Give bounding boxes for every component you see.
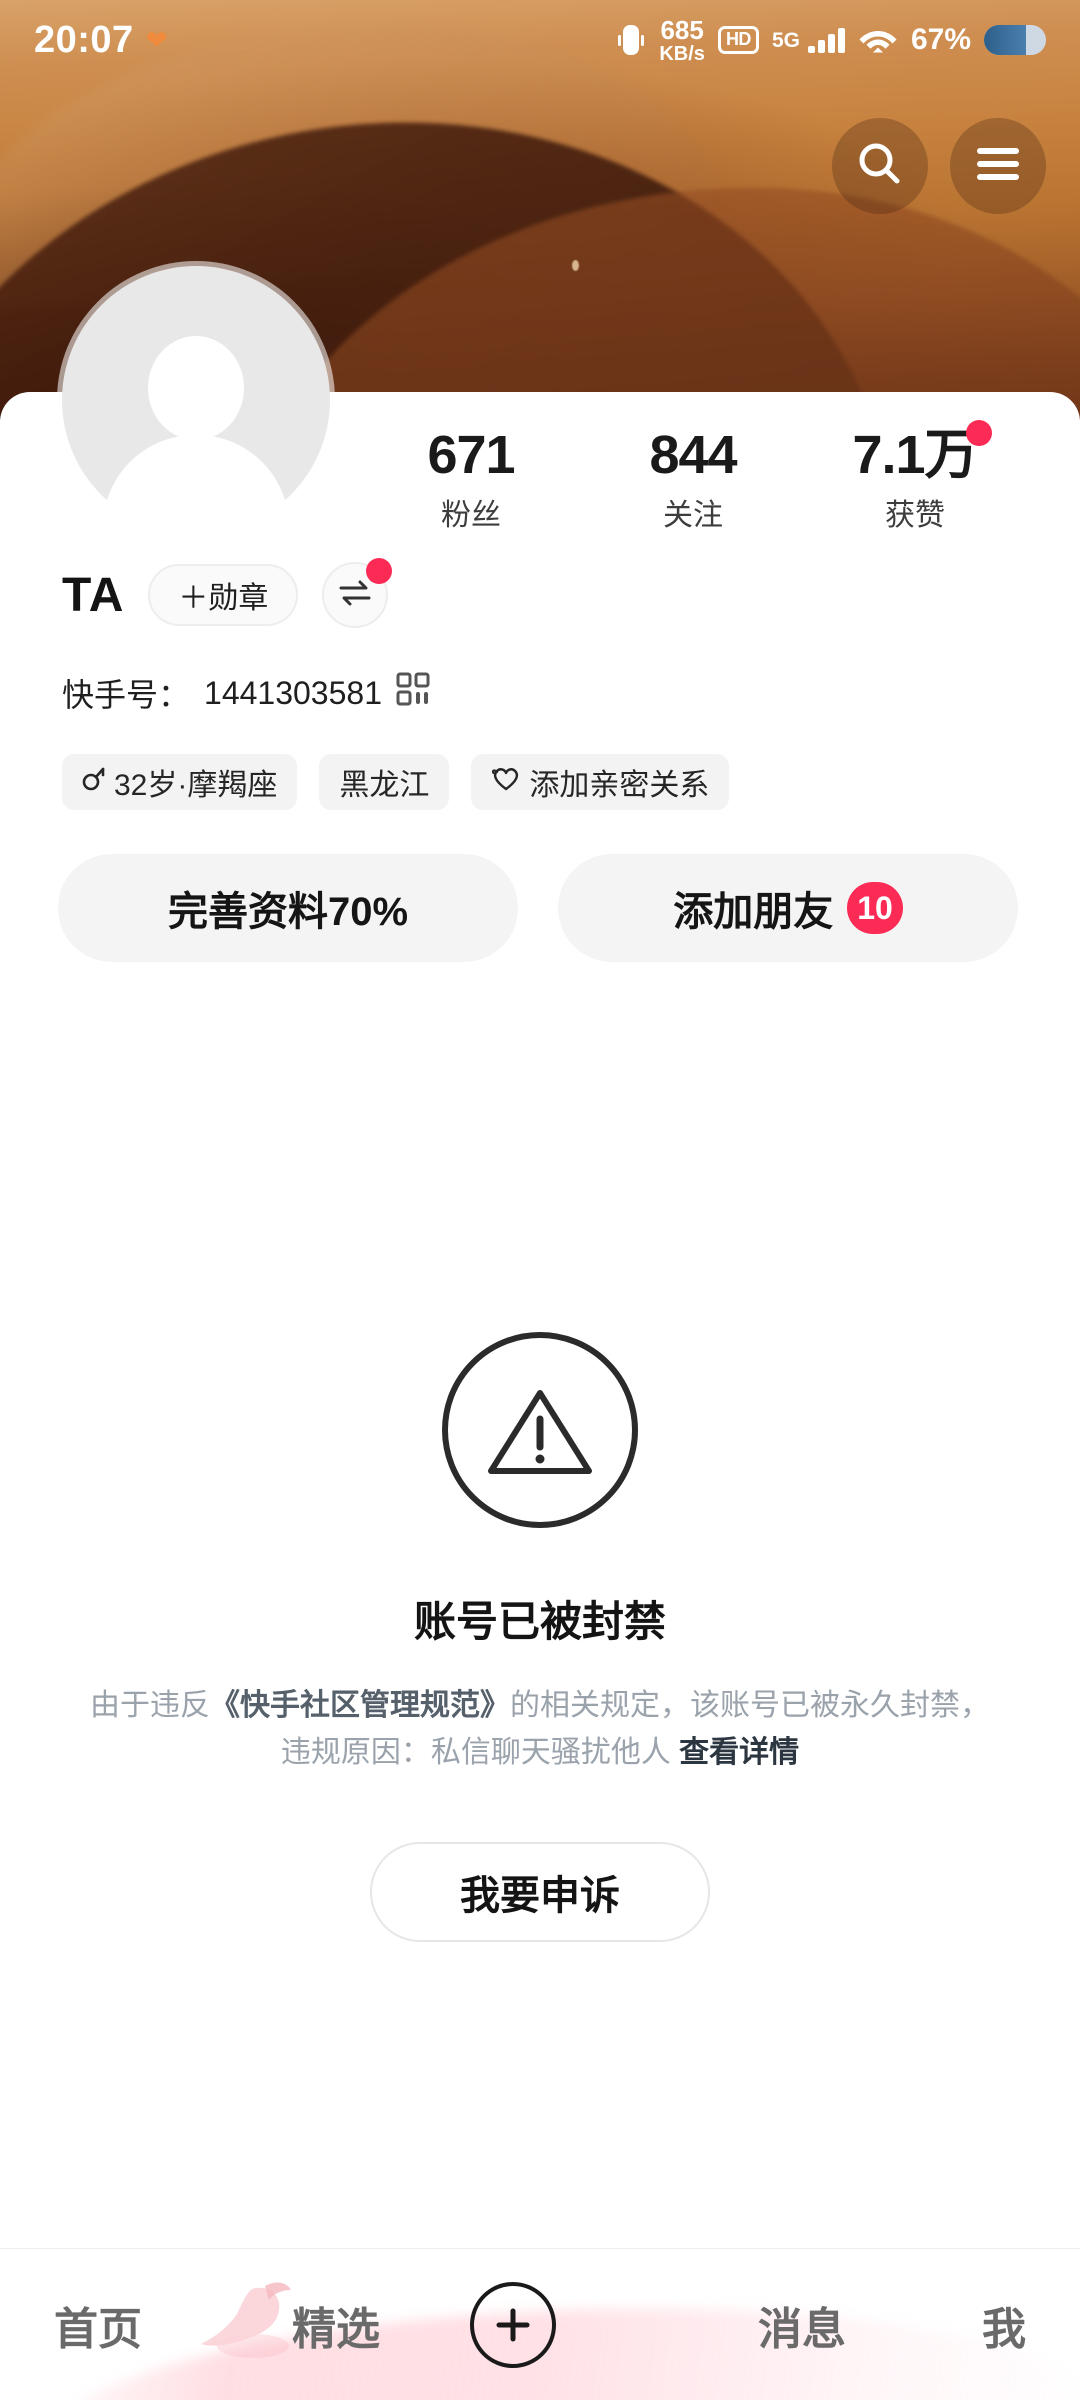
tag-location[interactable]: 黑龙江 [319,754,450,810]
stat-likes[interactable]: 7.1万 获赞 [804,420,1026,534]
stat-label: 关注 [663,499,723,533]
network-speed: 685 KB/s [659,17,705,64]
profile-screen: 20:07 ❤ 685 KB/s HD 5G 67% 671 粉丝 844 关注… [0,0,1080,2400]
banned-title: 账号已被封禁 [413,1598,666,1645]
tag-add-intimate-relation[interactable]: 添加亲密关系 [471,754,730,810]
heart-outline-icon [491,765,521,799]
kuaishou-id-row[interactable]: 快手号： 1441303581 [62,670,430,716]
status-bar-right: 685 KB/s HD 5G 67% [616,17,1046,64]
switch-account-icon [337,578,373,613]
bottom-navigation-bar: 首页 精选 消息 我 [0,2248,1080,2400]
signal-bars-icon: 5G [771,27,845,53]
kuaishou-id-value: 1441303581 [204,674,382,711]
kuaishou-id-label: 快手号： [62,677,191,713]
tag-label: 32岁·摩羯座 [114,769,278,802]
vibrate-icon [616,23,646,57]
banned-description: 由于违反《快手社区管理规范》的相关规定，该账号已被永久封禁，违规原因：私信聊天骚… [90,1683,990,1776]
battery-icon [984,25,1046,55]
name-row: TA ＋勋章 [62,558,393,628]
heart-icon: ❤ [145,25,168,55]
banned-policy-link[interactable]: 《快手社区管理规范》 [210,1689,510,1722]
menu-button[interactable] [950,118,1046,214]
avatar[interactable] [62,266,330,534]
add-post-button[interactable] [470,2282,556,2368]
network-speed-unit: KB/s [659,42,705,65]
tag-label: 添加亲密关系 [529,769,710,802]
add-friends-button[interactable]: 添加朋友 10 [558,854,1018,962]
switch-account-red-dot [366,558,393,584]
nav-tab-me[interactable]: 我 [982,2293,1026,2357]
stat-followers[interactable]: 671 粉丝 [360,426,582,534]
profile-stats: 671 粉丝 844 关注 7.1万 获赞 [360,420,1060,534]
header-buttons [832,118,1046,214]
search-icon [855,139,905,194]
banned-notice: 账号已被封禁 由于违反《快手社区管理规范》的相关规定，该账号已被永久封禁，违规原… [0,1332,1080,1942]
status-bar: 20:07 ❤ 685 KB/s HD 5G 67% [0,0,1080,80]
add-post-icon [496,2308,530,2342]
tag-label: 黑龙江 [339,769,430,802]
nav-tab-messages[interactable]: 消息 [758,2293,846,2357]
warning-triangle-icon [442,1332,638,1528]
switch-account-wrap [322,558,393,628]
status-bar-left: 20:07 ❤ [34,19,168,62]
banned-detail-link[interactable]: 查看详情 [679,1736,799,1769]
stat-label: 粉丝 [441,499,501,533]
hamburger-menu-icon [975,146,1021,187]
action-label: 添加朋友 [673,890,834,934]
status-time: 20:07 [34,18,134,61]
stat-label: 获赞 [885,499,945,533]
stat-number: 7.1万 [852,425,978,485]
default-avatar-icon [148,335,244,440]
stat-red-dot-badge [966,420,992,446]
male-gender-icon [82,765,106,799]
profile-tags: 32岁·摩羯座 黑龙江 添加亲密关系 [62,754,730,810]
appeal-button[interactable]: 我要申诉 [370,1842,710,1942]
nav-tab-home[interactable]: 首页 [54,2293,142,2357]
nav-tab-featured[interactable]: 精选 [292,2293,380,2357]
network-speed-value: 685 [660,14,704,45]
network-generation-label: 5G [771,28,800,52]
wifi-icon [858,22,898,59]
bottom-nav-right: 消息 我 [758,2293,1026,2357]
profile-actions: 完善资料70% 添加朋友 10 [58,854,1018,962]
battery-percent: 67% [910,23,971,56]
action-label: 完善资料70% [167,890,409,934]
stat-following[interactable]: 844 关注 [582,426,804,534]
qr-code-icon[interactable] [396,672,430,714]
page-title: TA [62,568,125,622]
banned-desc-prefix: 由于违反 [90,1689,210,1722]
search-button[interactable] [832,118,928,214]
stat-number: 671 [427,425,515,485]
profile-card: 671 粉丝 844 关注 7.1万 获赞 TA ＋勋章 快手号： 144130… [0,392,1080,2400]
bottom-nav-items: 首页 精选 消息 我 [0,2249,1080,2400]
add-friends-badge: 10 [847,882,903,934]
tag-age-zodiac[interactable]: 32岁·摩羯座 [62,754,298,810]
complete-profile-button[interactable]: 完善资料70% [58,854,518,962]
hd-icon: HD [717,26,759,54]
stat-number: 844 [649,425,737,485]
add-medal-button[interactable]: ＋勋章 [148,564,299,626]
